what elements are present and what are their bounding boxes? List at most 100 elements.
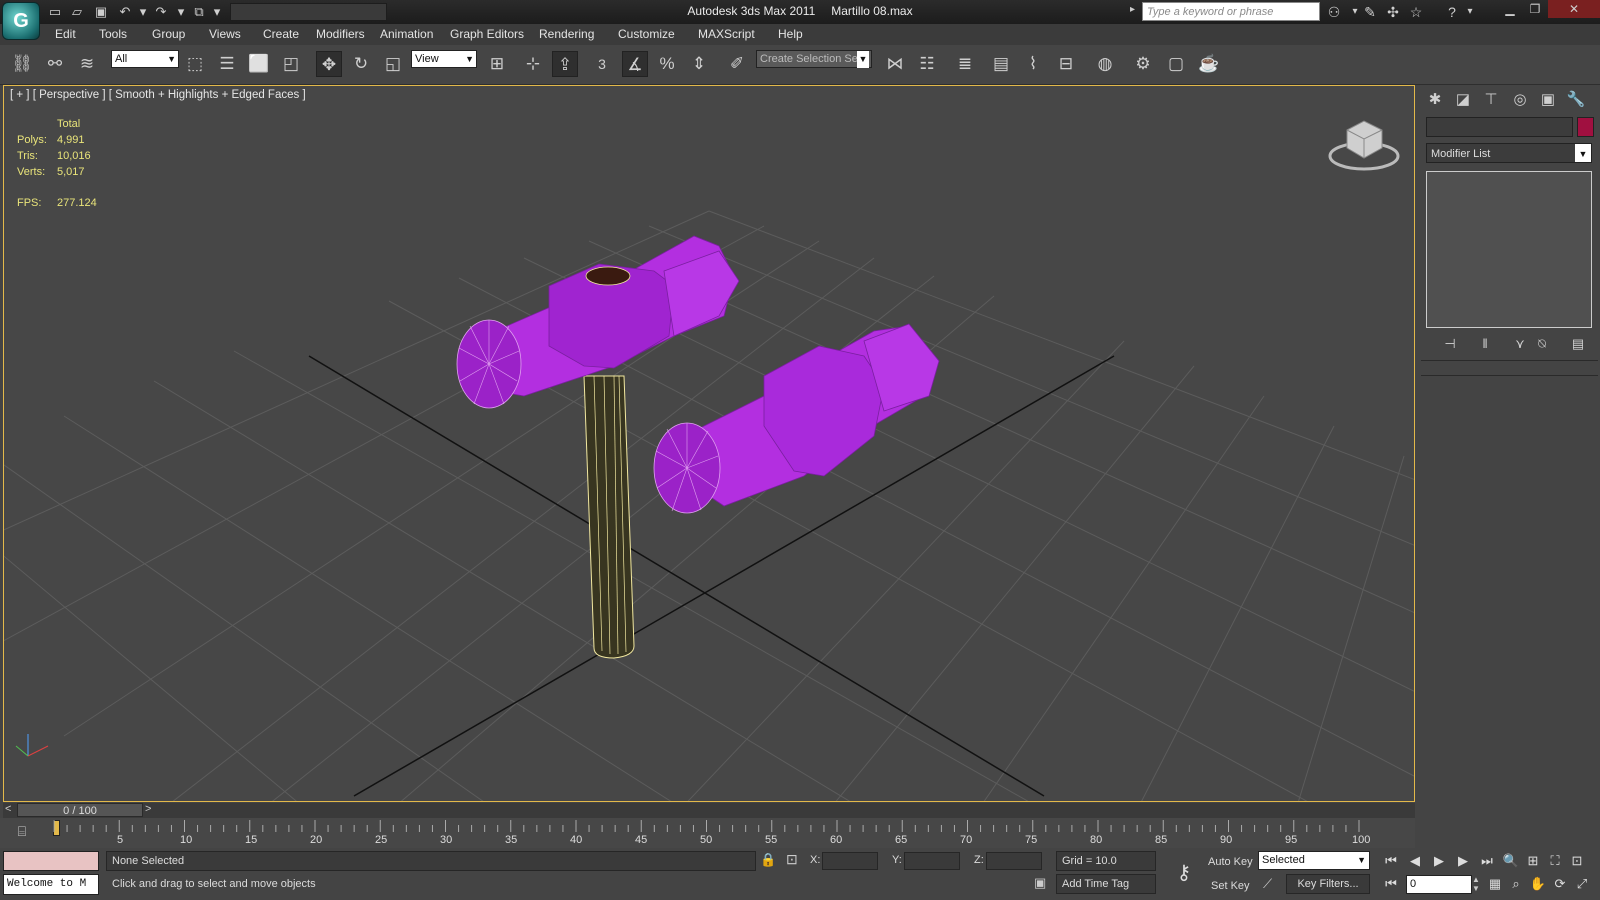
time-tag-icon[interactable]: ▣ — [1034, 875, 1046, 891]
rendered-frame-window-icon[interactable]: ▢ — [1163, 51, 1189, 77]
minimize-icon[interactable]: ▁ — [1497, 0, 1523, 18]
edit-named-selection-icon[interactable]: ✐ — [724, 51, 750, 77]
search-expand-icon[interactable]: ▸ — [1130, 4, 1135, 15]
render-production-icon[interactable]: ☕ — [1196, 51, 1222, 77]
maximize-viewport-icon[interactable]: ⤢ — [1571, 874, 1593, 894]
spinner-snap-icon[interactable]: ⇕ — [686, 51, 712, 77]
window-crossing-icon[interactable]: ◰ — [278, 51, 304, 77]
menu-modifiers[interactable]: Modifiers — [316, 27, 365, 41]
key-filters-button[interactable]: Key Filters... — [1286, 874, 1370, 894]
object-name-field[interactable] — [1426, 117, 1573, 137]
orbit-icon[interactable]: ⟳ — [1549, 874, 1571, 894]
hammer-head-2[interactable] — [653, 323, 940, 514]
menu-create[interactable]: Create — [263, 27, 299, 41]
go-to-end-icon[interactable]: ⏭ — [1476, 851, 1498, 871]
menu-animation[interactable]: Animation — [380, 27, 433, 41]
perspective-viewport[interactable]: [ + ] [ Perspective ] [ Smooth + Highlig… — [3, 85, 1415, 802]
time-slider-thumb[interactable]: 0 / 100 — [17, 803, 143, 817]
show-end-result-icon[interactable]: ‖ — [1474, 336, 1496, 354]
pin-stack-icon[interactable]: ⊣ — [1439, 336, 1461, 354]
make-unique-icon[interactable]: ⋎ — [1509, 336, 1531, 354]
named-selection-set-dropdown[interactable]: Create Selection Se ▼ — [756, 50, 872, 68]
create-panel-icon[interactable]: ✱ — [1423, 89, 1447, 111]
keyboard-shortcut-override-icon[interactable]: ⇪ — [552, 51, 578, 77]
zoom-extents-icon[interactable]: ⛶ — [1544, 851, 1566, 871]
motion-panel-icon[interactable]: ◎ — [1508, 89, 1532, 111]
percent-snap-icon[interactable]: % — [654, 51, 680, 77]
z-coordinate-field[interactable] — [986, 852, 1042, 870]
current-frame-field[interactable]: 0 — [1406, 875, 1472, 894]
communication-center-icon[interactable]: ✣ — [1383, 3, 1403, 21]
previous-frame-icon[interactable]: ◀ — [1404, 851, 1426, 871]
time-slider-next[interactable]: > — [145, 803, 151, 815]
search-input[interactable]: Type a keyword or phrase — [1142, 2, 1320, 21]
new-file-icon[interactable]: ▭ — [46, 3, 64, 21]
time-configuration-icon[interactable]: ▦ — [1484, 874, 1506, 894]
undo-dropdown-icon[interactable]: ▾ — [134, 3, 152, 21]
pivot-point-center-icon[interactable]: ⊞ — [484, 51, 510, 77]
pan-view-icon[interactable]: ✋ — [1527, 874, 1549, 894]
field-of-view-icon[interactable]: ⌕ — [1505, 874, 1527, 894]
next-frame-icon[interactable]: ▶ — [1452, 851, 1474, 871]
snaps-toggle-icon[interactable]: 3 — [589, 51, 615, 77]
menu-graph-editors[interactable]: Graph Editors — [450, 27, 524, 41]
menu-views[interactable]: Views — [209, 27, 241, 41]
frame-spinner-icon[interactable]: ▲ ▼ — [1472, 875, 1482, 894]
play-icon[interactable]: ▶ — [1428, 851, 1450, 871]
zoom-all-icon[interactable]: ⊞ — [1522, 851, 1544, 871]
subscription-icon[interactable]: ✎ — [1360, 3, 1380, 21]
selection-filter-dropdown[interactable]: All ▼ — [111, 50, 179, 68]
help-dropdown-icon[interactable]: ▾ — [1460, 3, 1480, 21]
project-folder-field[interactable] — [230, 3, 387, 21]
menu-help[interactable]: Help — [778, 27, 803, 41]
save-icon[interactable]: ▣ — [92, 3, 110, 21]
track-bar[interactable]: ⌸ 5 10 15 20 25 30 35 40 45 50 55 60 65 … — [0, 818, 1415, 848]
select-and-rotate-icon[interactable]: ↻ — [348, 51, 374, 77]
rectangular-selection-icon[interactable]: ⬜ — [246, 51, 272, 77]
modifier-stack[interactable] — [1426, 171, 1592, 328]
y-coordinate-field[interactable] — [904, 852, 960, 870]
time-slider-prev[interactable]: < — [5, 803, 11, 815]
redo-dropdown-icon[interactable]: ▾ — [172, 3, 190, 21]
remove-modifier-icon[interactable]: ⍉ — [1531, 336, 1553, 354]
help-icon[interactable]: ? — [1442, 3, 1462, 21]
modify-panel-icon[interactable]: ◪ — [1451, 89, 1475, 111]
redo-icon[interactable]: ↷ — [152, 3, 170, 21]
go-to-start-icon[interactable]: ⏮ — [1380, 851, 1402, 871]
select-by-name-icon[interactable]: ☰ — [214, 51, 240, 77]
curve-editor-icon[interactable]: ⌇ — [1020, 51, 1046, 77]
render-setup-icon[interactable]: ⚙ — [1130, 51, 1156, 77]
menu-maxscript[interactable]: MAXScript — [698, 27, 755, 41]
restore-icon[interactable]: ❐ — [1522, 0, 1548, 18]
absolute-mode-icon[interactable]: ⊡ — [786, 851, 798, 868]
select-and-link-icon[interactable]: ⛓ — [9, 51, 35, 77]
auto-key-button[interactable]: Auto Key — [1208, 856, 1253, 868]
x-coordinate-field[interactable] — [822, 852, 878, 870]
menu-group[interactable]: Group — [152, 27, 185, 41]
select-manipulate-icon[interactable]: ⊹ — [520, 51, 546, 77]
menu-rendering[interactable]: Rendering — [539, 27, 594, 41]
hold-icon[interactable]: ⧉ — [190, 3, 208, 21]
set-key-button[interactable]: Set Key — [1211, 880, 1250, 892]
select-and-scale-icon[interactable]: ◱ — [380, 51, 406, 77]
binoculars-icon[interactable]: ⚇ — [1324, 3, 1344, 21]
set-key-icon[interactable]: ⚷ — [1166, 851, 1202, 895]
select-and-move-icon[interactable]: ✥ — [316, 51, 342, 77]
bind-to-space-warp-icon[interactable]: ≋ — [74, 51, 100, 77]
material-editor-icon[interactable]: ◍ — [1092, 51, 1118, 77]
key-mode-dropdown[interactable]: Selected ▼ — [1258, 851, 1370, 870]
schematic-view-icon[interactable]: ⊟ — [1053, 51, 1079, 77]
unlink-icon[interactable]: ⚯ — [42, 51, 68, 77]
utilities-panel-icon[interactable]: 🔧 — [1564, 89, 1588, 111]
modifier-list-dropdown[interactable]: Modifier List ▼ — [1426, 143, 1592, 163]
hierarchy-panel-icon[interactable]: ⊤ — [1479, 89, 1503, 111]
zoom-extents-all-icon[interactable]: ⊡ — [1566, 851, 1588, 871]
menu-customize[interactable]: Customize — [618, 27, 675, 41]
mini-curve-editor-icon[interactable]: ⌸ — [10, 823, 34, 843]
display-panel-icon[interactable]: ▣ — [1536, 89, 1560, 111]
menu-edit[interactable]: Edit — [55, 27, 76, 41]
maxscript-mini-listener-top[interactable] — [3, 851, 99, 871]
menu-tools[interactable]: Tools — [99, 27, 127, 41]
close-icon[interactable]: ✕ — [1548, 0, 1600, 18]
hammer-handle[interactable] — [583, 375, 635, 659]
